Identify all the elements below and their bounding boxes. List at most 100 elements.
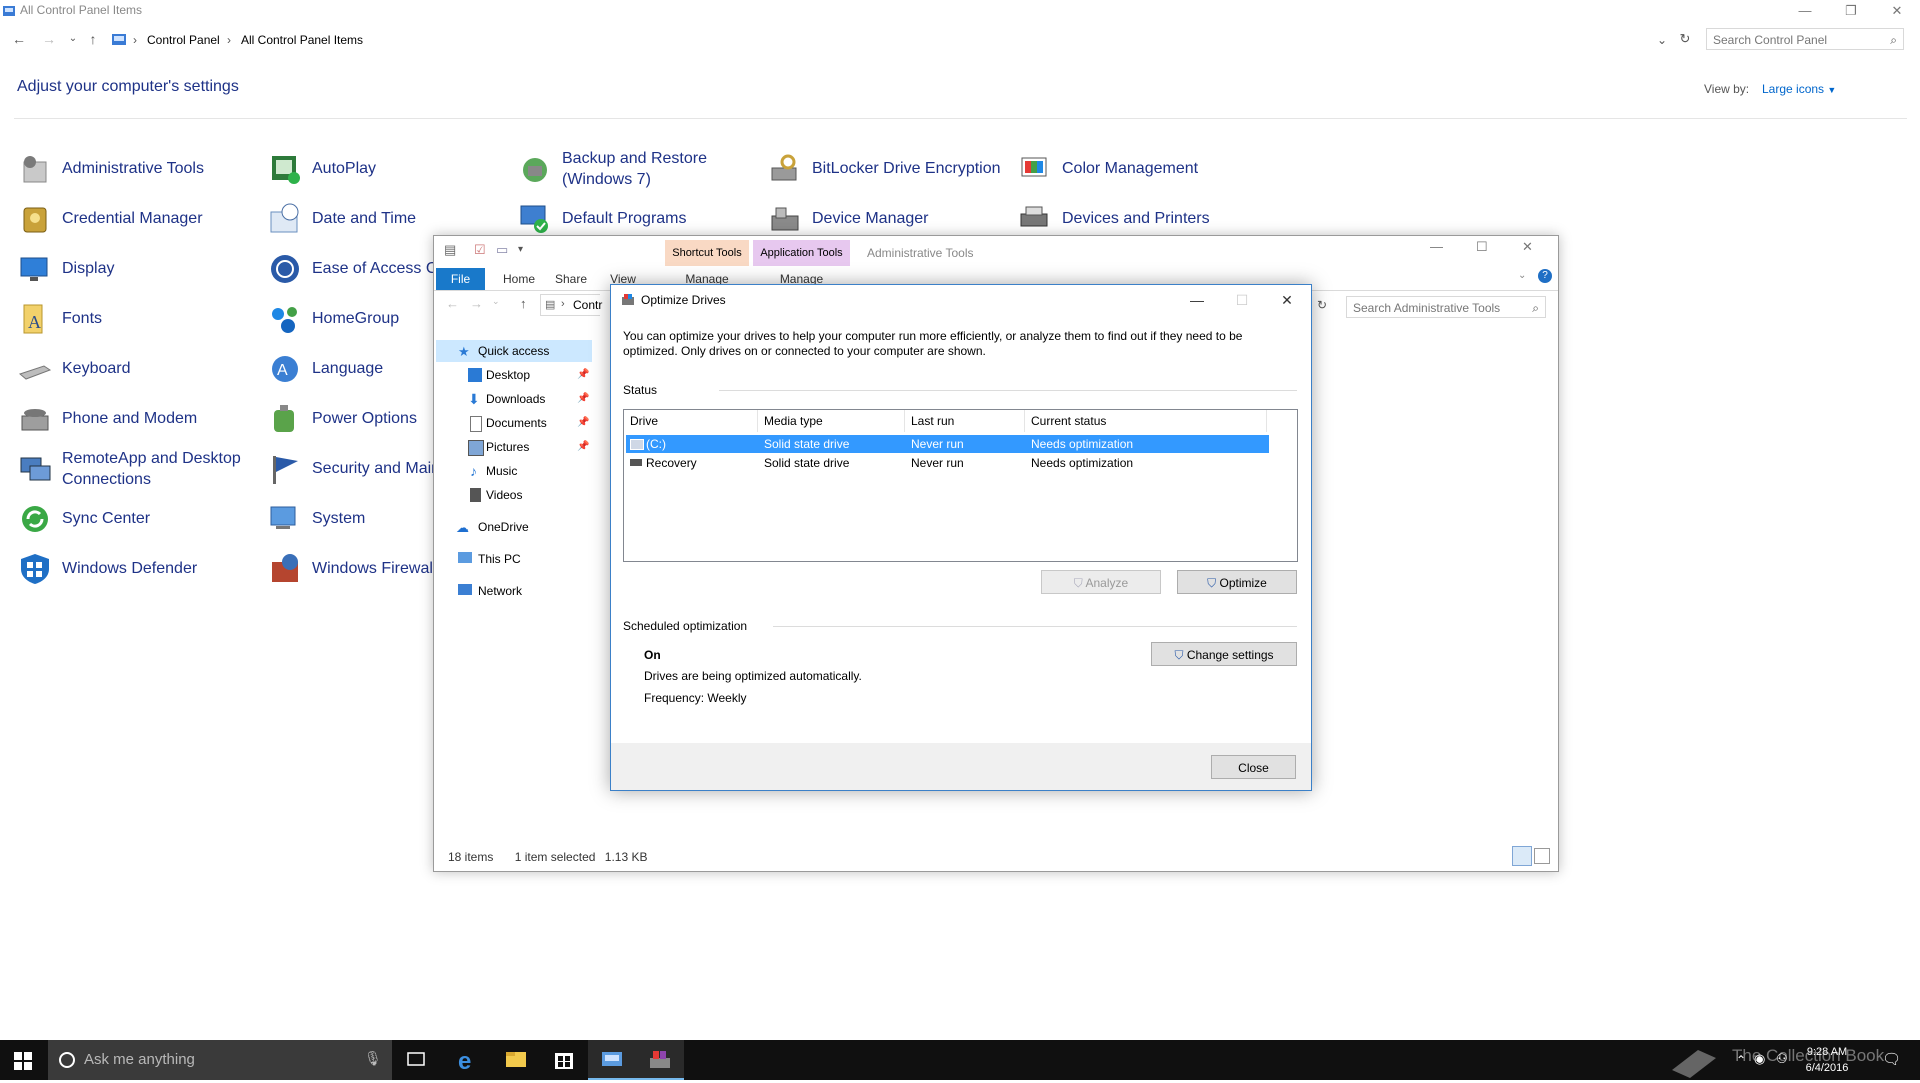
nav-network[interactable]: Network bbox=[434, 580, 592, 602]
tab-home[interactable]: Home bbox=[494, 268, 544, 290]
optimize-drives-taskbar-icon[interactable] bbox=[636, 1040, 684, 1080]
shield-icon: ⛉ bbox=[1207, 576, 1217, 590]
item-count: 18 items bbox=[448, 850, 494, 864]
recent-chevron-icon[interactable]: ⌄ bbox=[492, 296, 500, 307]
restore-button[interactable]: ❐ bbox=[1828, 0, 1874, 22]
tab-file[interactable]: File bbox=[436, 268, 485, 290]
column-header-current-status[interactable]: Current status bbox=[1025, 410, 1267, 432]
column-header-last-run[interactable]: Last run bbox=[905, 410, 1025, 432]
close-button[interactable]: ✕ bbox=[1522, 239, 1533, 255]
dialog-title: Optimize Drives bbox=[641, 293, 726, 307]
tab-share[interactable]: Share bbox=[546, 268, 596, 290]
change-settings-button[interactable]: ⛉ Change settings bbox=[1151, 642, 1297, 666]
action-center-icon[interactable]: 🗨 bbox=[1882, 1050, 1901, 1068]
cp-item-label: Display bbox=[62, 260, 115, 277]
refresh-icon[interactable]: ↻ bbox=[1676, 30, 1694, 48]
breadcrumb-separator: › bbox=[133, 33, 137, 47]
computer-icon bbox=[458, 552, 472, 563]
nav-documents[interactable]: Documents 📌 bbox=[434, 412, 592, 434]
breadcrumb-control-panel[interactable]: Control Panel bbox=[147, 29, 220, 51]
up-button[interactable]: ↑ bbox=[520, 296, 527, 311]
up-button[interactable]: ↑ bbox=[84, 30, 102, 48]
close-button[interactable]: Close bbox=[1211, 755, 1296, 779]
documents-icon bbox=[470, 416, 482, 432]
search-control-panel-input[interactable]: Search Control Panel ⌕ bbox=[1706, 28, 1904, 50]
nav-desktop[interactable]: Desktop 📌 bbox=[434, 364, 592, 386]
divider bbox=[719, 390, 1297, 391]
windows-start-icon[interactable] bbox=[14, 1052, 32, 1070]
nav-this-pc[interactable]: This PC bbox=[434, 548, 592, 570]
cp-item-label: RemoteApp and Desktop Connections bbox=[62, 448, 241, 490]
nav-label: Documents bbox=[486, 416, 547, 430]
cp-item-label: Phone and Modem bbox=[62, 410, 198, 427]
sync-center-icon bbox=[22, 506, 48, 532]
breadcrumb-control-panel[interactable]: Contr bbox=[573, 298, 602, 312]
nav-music[interactable]: ♪ Music bbox=[434, 460, 592, 482]
pin-icon[interactable]: 📌 bbox=[577, 436, 589, 458]
address-box[interactable]: › Control Panel › All Control Panel Item… bbox=[106, 28, 1674, 52]
help-icon[interactable]: ? bbox=[1538, 269, 1552, 283]
new-folder-icon[interactable]: ▭ bbox=[496, 242, 508, 258]
drive-row-c[interactable]: (C:) Solid state drive Never run Needs o… bbox=[626, 435, 1269, 453]
network-tray-icon[interactable]: ⚇ bbox=[1776, 1051, 1788, 1067]
nav-quick-access[interactable]: ★ Quick access bbox=[436, 340, 592, 362]
drive-row-recovery[interactable]: Recovery Solid state drive Never run Nee… bbox=[626, 454, 1269, 472]
close-button[interactable]: ✕ bbox=[1874, 0, 1920, 22]
selection-info: 1 item selected bbox=[514, 850, 596, 864]
pin-icon[interactable]: 📌 bbox=[577, 364, 589, 386]
task-view-icon[interactable] bbox=[392, 1040, 440, 1080]
onedrive-tray-icon[interactable]: ◉ bbox=[1754, 1051, 1765, 1067]
folder-icon[interactable]: ▤ bbox=[444, 242, 456, 258]
search-administrative-tools-input[interactable]: Search Administrative Tools ⌕ bbox=[1346, 296, 1546, 318]
customize-toolbar-chevron-icon[interactable]: ▾ bbox=[518, 244, 523, 255]
minimize-button[interactable]: — bbox=[1782, 0, 1828, 22]
maximize-button[interactable]: ☐ bbox=[1476, 239, 1488, 255]
back-button[interactable]: ← bbox=[10, 30, 28, 48]
cortana-search-box[interactable]: Ask me anything 🎙 bbox=[48, 1040, 392, 1080]
forward-button[interactable]: → bbox=[40, 30, 58, 48]
minimize-button[interactable]: — bbox=[1430, 239, 1443, 254]
pin-icon[interactable]: 📌 bbox=[577, 412, 589, 434]
page-title: Adjust your computer's settings bbox=[17, 78, 239, 95]
file-explorer-icon[interactable] bbox=[492, 1040, 540, 1080]
pin-icon[interactable]: 📌 bbox=[577, 388, 589, 410]
edge-icon[interactable]: e bbox=[444, 1040, 492, 1080]
minimize-button[interactable]: — bbox=[1175, 285, 1219, 315]
clock[interactable]: 9:28 AM 6/4/2016 bbox=[1792, 1044, 1862, 1076]
cp-item-label: Ease of Access Ce bbox=[312, 260, 447, 277]
forward-button[interactable]: → bbox=[470, 296, 483, 311]
optimize-button[interactable]: ⛉ Optimize bbox=[1177, 570, 1297, 594]
nav-videos[interactable]: Videos bbox=[434, 484, 592, 506]
store-icon[interactable] bbox=[540, 1040, 588, 1080]
control-panel-taskbar-icon[interactable] bbox=[588, 1040, 636, 1080]
notification-chevron-icon[interactable]: ⌃ bbox=[1736, 1053, 1746, 1067]
nav-onedrive[interactable]: ☁ OneDrive bbox=[434, 516, 592, 538]
maximize-button[interactable]: ☐ bbox=[1220, 285, 1264, 315]
nav-downloads[interactable]: ⬇ Downloads 📌 bbox=[434, 388, 592, 410]
shortcut-tools-group: Shortcut Tools bbox=[665, 240, 749, 266]
analyze-button[interactable]: ⛉ Analyze bbox=[1041, 570, 1161, 594]
nav-pictures[interactable]: Pictures 📌 bbox=[434, 436, 592, 458]
expand-ribbon-chevron-icon[interactable]: ⌄ bbox=[1518, 270, 1526, 281]
refresh-icon[interactable]: ↻ bbox=[1317, 298, 1327, 312]
recent-locations-chevron-icon[interactable]: ⌄ bbox=[64, 30, 82, 48]
cp-item-label: System bbox=[312, 510, 366, 527]
large-icons-view-icon[interactable] bbox=[1534, 848, 1550, 864]
cp-item-label-line1: Backup and Restore bbox=[562, 150, 707, 167]
admin-tools-icon bbox=[23, 156, 47, 183]
system-icon bbox=[270, 506, 296, 529]
view-by-dropdown[interactable]: Large icons ▼ bbox=[1762, 82, 1836, 96]
back-button[interactable]: ← bbox=[446, 296, 459, 311]
properties-icon[interactable]: ☑ bbox=[474, 242, 486, 258]
breadcrumb-all-items[interactable]: All Control Panel Items bbox=[241, 29, 363, 51]
column-header-media-type[interactable]: Media type bbox=[758, 410, 905, 432]
microphone-icon[interactable]: 🎙 bbox=[364, 1050, 382, 1067]
column-header-drive[interactable]: Drive bbox=[624, 410, 758, 432]
details-view-icon[interactable] bbox=[1512, 846, 1532, 866]
explorer-address-box[interactable]: ▤ › Contr bbox=[540, 294, 602, 316]
drive-icon bbox=[630, 459, 642, 466]
cp-item-label: Devices and Printers bbox=[1062, 210, 1210, 227]
close-x-button[interactable]: ✕ bbox=[1265, 285, 1309, 315]
drive-list[interactable]: Drive Media type Last run Current status… bbox=[623, 409, 1298, 562]
address-dropdown-chevron-icon[interactable]: ⌄ bbox=[1657, 29, 1667, 51]
